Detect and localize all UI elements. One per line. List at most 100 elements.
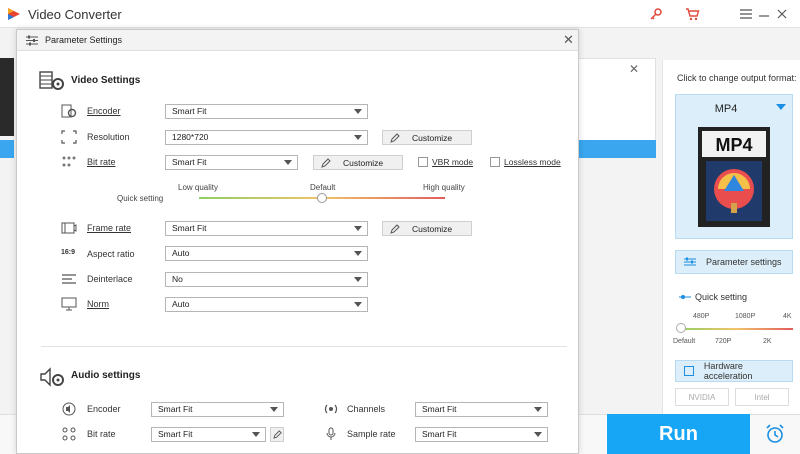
quick-setting-label: Quick setting bbox=[695, 292, 748, 302]
run-button[interactable]: Run bbox=[607, 414, 750, 454]
pencil-icon bbox=[321, 157, 331, 168]
file-item-bar bbox=[0, 140, 14, 158]
change-format-label: Click to change output format: bbox=[677, 73, 797, 83]
audio-settings-title: Audio settings bbox=[71, 370, 141, 381]
audio-bitrate-label: Bit rate bbox=[87, 429, 116, 439]
sample-rate-value: Smart Fit bbox=[422, 429, 457, 439]
video-bitrate-select[interactable]: Smart Fit bbox=[165, 155, 298, 170]
slider-handle[interactable] bbox=[676, 323, 686, 333]
audio-settings-icon bbox=[40, 367, 64, 387]
norm-label[interactable]: Norm bbox=[87, 299, 109, 309]
chevron-down-icon bbox=[354, 251, 362, 256]
audio-encoder-label: Encoder bbox=[87, 404, 121, 414]
resolution-label: Resolution bbox=[87, 132, 130, 142]
pencil-icon bbox=[390, 132, 400, 143]
output-quality-slider[interactable]: 480P 1080P 4K Default 720P 2K bbox=[673, 310, 793, 350]
audio-bitrate-edit-button[interactable] bbox=[270, 427, 284, 442]
framerate-select[interactable]: Smart Fit bbox=[165, 221, 368, 236]
video-settings-title: Video Settings bbox=[71, 75, 141, 86]
resolution-icon bbox=[61, 130, 77, 144]
minimize-icon[interactable] bbox=[754, 4, 774, 24]
framerate-value: Smart Fit bbox=[172, 223, 207, 233]
audio-bitrate-select[interactable]: Smart Fit bbox=[151, 427, 266, 442]
resolution-customize-button[interactable]: Customize bbox=[382, 130, 472, 145]
quick-setting-icon bbox=[679, 295, 691, 299]
low-quality-label: Low quality bbox=[178, 183, 219, 192]
video-settings-icon bbox=[39, 71, 64, 90]
vbr-mode-label: VBR mode bbox=[432, 157, 474, 167]
bitrate-label[interactable]: Bit rate bbox=[87, 157, 116, 167]
alarm-clock-icon[interactable] bbox=[764, 423, 786, 445]
vbr-mode-checkbox[interactable]: VBR mode bbox=[418, 157, 473, 167]
parameter-settings-button[interactable]: Parameter settings bbox=[675, 250, 793, 274]
chevron-down-icon bbox=[354, 302, 362, 307]
bitrate-customize-label: Customize bbox=[343, 157, 384, 168]
video-encoder-select[interactable]: Smart Fit bbox=[165, 104, 368, 119]
framerate-customize-button[interactable]: Customize bbox=[382, 221, 472, 236]
audio-encoder-icon bbox=[62, 402, 76, 416]
hamburger-menu-icon[interactable] bbox=[736, 4, 756, 24]
settings-sliders-icon bbox=[26, 35, 38, 46]
output-format-card[interactable]: MP4 MP4 bbox=[675, 94, 793, 239]
cart-icon[interactable] bbox=[682, 4, 702, 24]
hardware-acceleration-label: Hardware acceleration bbox=[703, 361, 753, 381]
bitrate-customize-button[interactable]: Customize bbox=[313, 155, 403, 170]
quality-quick-setting-label: Quick setting bbox=[117, 194, 164, 203]
sidebar-quick-setting: Quick setting bbox=[679, 292, 747, 302]
chevron-down-icon bbox=[534, 407, 542, 412]
close-icon[interactable] bbox=[772, 4, 792, 24]
channels-label: Channels bbox=[347, 404, 386, 414]
chevron-down-icon bbox=[252, 432, 260, 437]
slider-label-4k: 4K bbox=[783, 313, 792, 320]
audio-encoder-value: Smart Fit bbox=[158, 404, 193, 414]
slider-label-default: Default bbox=[673, 338, 696, 345]
channels-select[interactable]: Smart Fit bbox=[415, 402, 548, 417]
chevron-down-icon bbox=[270, 407, 278, 412]
parameter-settings-dialog: Parameter Settings ✕ Video Settings Enco… bbox=[16, 29, 579, 454]
chevron-down-icon bbox=[354, 135, 362, 140]
sample-rate-label: Sample rate bbox=[347, 429, 396, 439]
key-icon[interactable] bbox=[646, 4, 666, 24]
resolution-value: 1280*720 bbox=[172, 132, 209, 142]
encoder-label[interactable]: Encoder bbox=[87, 106, 121, 116]
aspect-ratio-icon: 16:9 bbox=[61, 249, 76, 256]
norm-select[interactable]: Auto bbox=[165, 297, 368, 312]
high-quality-label: High quality bbox=[423, 183, 465, 192]
audio-bitrate-icon bbox=[62, 427, 76, 441]
lossless-mode-checkbox[interactable]: Lossless mode bbox=[490, 157, 561, 167]
nvidia-chip[interactable]: NVIDIA bbox=[675, 388, 729, 406]
quality-slider-handle[interactable] bbox=[317, 193, 327, 203]
output-sidebar: Click to change output format: MP4 MP4 P… bbox=[662, 60, 800, 414]
hardware-acceleration-button[interactable]: Hardware acceleration bbox=[675, 360, 793, 382]
sliders-icon bbox=[684, 257, 696, 266]
chevron-down-icon bbox=[534, 432, 542, 437]
encoder-icon bbox=[61, 104, 77, 118]
app-title: Video Converter bbox=[28, 7, 122, 22]
audio-encoder-select[interactable]: Smart Fit bbox=[151, 402, 284, 417]
dialog-close-icon[interactable]: ✕ bbox=[563, 33, 574, 46]
deinterlace-label: Deinterlace bbox=[87, 274, 133, 284]
chevron-down-icon bbox=[354, 277, 362, 282]
lossless-checkbox-box[interactable] bbox=[490, 157, 500, 167]
file-item-bar-right bbox=[578, 140, 656, 158]
lossless-mode-label: Lossless mode bbox=[504, 157, 561, 167]
video-encoder-value: Smart Fit bbox=[172, 106, 207, 116]
framerate-label[interactable]: Frame rate bbox=[87, 223, 131, 233]
dialog-title: Parameter Settings bbox=[45, 35, 123, 45]
aspect-ratio-select[interactable]: Auto bbox=[165, 246, 368, 261]
format-dropdown-icon[interactable] bbox=[776, 104, 786, 110]
slider-label-720p: 720P bbox=[715, 338, 732, 345]
video-thumbnail bbox=[0, 58, 14, 136]
sample-rate-select[interactable]: Smart Fit bbox=[415, 427, 548, 442]
intel-chip[interactable]: Intel bbox=[735, 388, 789, 406]
deinterlace-select[interactable]: No bbox=[165, 272, 368, 287]
norm-value: Auto bbox=[172, 299, 190, 309]
default-quality-label: Default bbox=[310, 183, 336, 192]
pencil-icon bbox=[390, 223, 400, 234]
slider-track[interactable] bbox=[677, 328, 793, 330]
channels-icon bbox=[324, 404, 338, 414]
resolution-customize-label: Customize bbox=[412, 132, 453, 143]
remove-file-icon[interactable]: ✕ bbox=[629, 62, 639, 76]
vbr-checkbox-box[interactable] bbox=[418, 157, 428, 167]
resolution-select[interactable]: 1280*720 bbox=[165, 130, 368, 145]
